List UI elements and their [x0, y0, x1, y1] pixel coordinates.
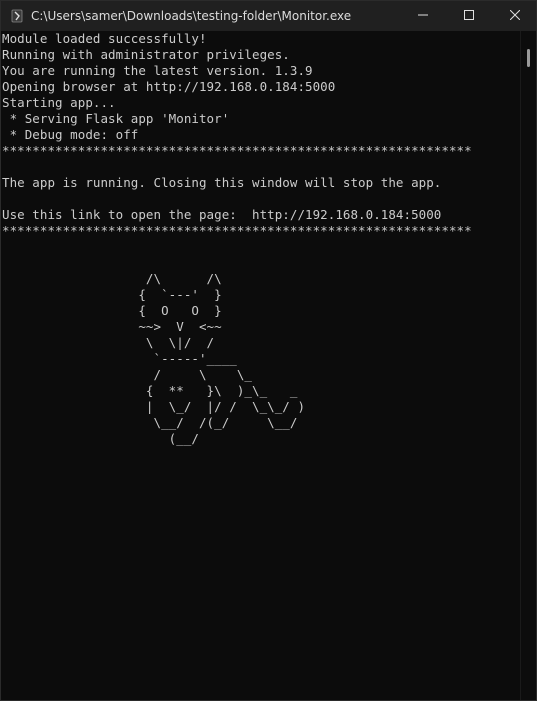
- console-text: Module loaded successfully! Running with…: [1, 31, 522, 447]
- vertical-scrollbar[interactable]: [520, 31, 536, 700]
- console-line: You are running the latest version. 1.3.…: [2, 63, 313, 78]
- console-line: `-----'____: [2, 351, 237, 366]
- close-icon: [509, 7, 521, 25]
- console-line: ****************************************…: [2, 143, 472, 158]
- maximize-icon: [464, 7, 474, 25]
- minimize-icon: [418, 7, 428, 25]
- console-line: (__/: [2, 431, 199, 446]
- console-line: * Serving Flask app 'Monitor': [2, 111, 230, 126]
- console-line: Running with administrator privileges.: [2, 47, 290, 62]
- console-line: Module loaded successfully!: [2, 31, 207, 46]
- console-line: ~~> V <~~: [2, 319, 222, 334]
- console-line: Opening browser at http://192.168.0.184:…: [2, 79, 336, 94]
- console-line: { `---' }: [2, 287, 222, 302]
- console-line: Starting app...: [2, 95, 116, 110]
- console-window: C:\Users\samer\Downloads\testing-folder\…: [0, 0, 537, 701]
- title-bar[interactable]: C:\Users\samer\Downloads\testing-folder\…: [1, 1, 536, 31]
- console-line: { ** }\ )_\_ _: [2, 383, 298, 398]
- console-line: /\ /\: [2, 271, 222, 286]
- console-line: / \ \_: [2, 367, 252, 382]
- maximize-button[interactable]: [446, 1, 492, 31]
- console-output[interactable]: Module loaded successfully! Running with…: [1, 31, 522, 700]
- minimize-button[interactable]: [400, 1, 446, 31]
- close-button[interactable]: [492, 1, 536, 31]
- scrollbar-thumb[interactable]: [527, 49, 530, 67]
- window-controls: [400, 1, 536, 31]
- window-title: C:\Users\samer\Downloads\testing-folder\…: [31, 9, 352, 23]
- console-app-icon: [9, 8, 25, 24]
- console-line: The app is running. Closing this window …: [2, 175, 442, 190]
- console-line: ****************************************…: [2, 223, 472, 238]
- console-line: * Debug mode: off: [2, 127, 139, 142]
- console-line: \__/ /(_/ \__/: [2, 415, 298, 430]
- console-line: Use this link to open the page: http://1…: [2, 207, 442, 222]
- console-line: { O O }: [2, 303, 222, 318]
- console-line: \ \|/ /: [2, 335, 215, 350]
- console-line: | \_/ |/ / \_\_/ ): [2, 399, 306, 414]
